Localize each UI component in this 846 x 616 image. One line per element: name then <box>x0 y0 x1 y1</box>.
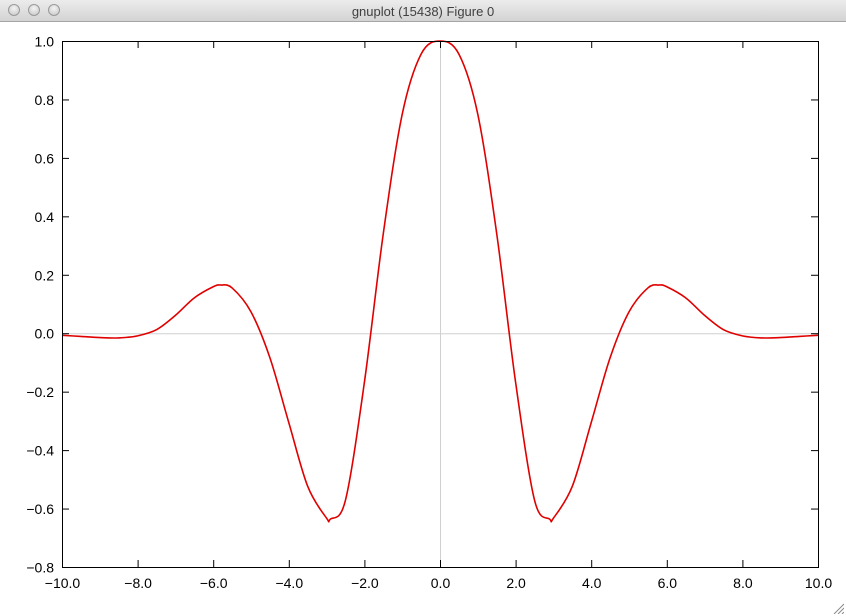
x-tick-label: 2.0 <box>506 575 526 591</box>
x-tick-label: −10.0 <box>45 575 81 591</box>
x-tick-label: −4.0 <box>275 575 303 591</box>
y-tick-label: 0.2 <box>35 267 55 283</box>
plot-canvas: −10.0 −8.0 −6.0 −4.0 −2.0 0.0 2.0 4.0 6.0 8.0 10.0… <box>26 34 832 592</box>
zero-axis-lines <box>62 41 818 567</box>
y-tick-label: −0.6 <box>26 501 54 517</box>
window-titlebar: gnuplot (15438) Figure 0 <box>0 0 846 22</box>
x-tick-label: −6.0 <box>200 575 228 591</box>
y-tick-label: 0.6 <box>35 150 55 166</box>
y-tick-label: 0.0 <box>35 326 55 342</box>
x-axis-ticks: −10.0 −8.0 −6.0 −4.0 −2.0 0.0 2.0 4.0 6.0 8.0 10.0 <box>45 41 832 591</box>
x-tick-label: −8.0 <box>124 575 152 591</box>
x-tick-label: 6.0 <box>658 575 678 591</box>
y-tick-label: −0.2 <box>26 384 54 400</box>
y-tick-label: 0.4 <box>35 209 55 225</box>
x-tick-label: 0.0 <box>431 575 451 591</box>
resize-grip-icon[interactable] <box>832 602 844 614</box>
x-tick-label: 4.0 <box>582 575 602 591</box>
y-tick-label: −0.4 <box>26 443 54 459</box>
y-tick-label: 1.0 <box>35 34 55 50</box>
window-title: gnuplot (15438) Figure 0 <box>351 4 495 19</box>
x-tick-label: 8.0 <box>733 575 753 591</box>
y-axis-ticks: 1.0 0.8 0.6 0.4 0.2 0.0 −0.2 −0.4 −0.6 −0.8 <box>26 34 818 576</box>
x-tick-label: −2.0 <box>351 575 379 591</box>
y-tick-label: −0.8 <box>26 560 54 576</box>
y-tick-label: 0.8 <box>35 92 55 108</box>
x-tick-label: 10.0 <box>805 575 832 591</box>
